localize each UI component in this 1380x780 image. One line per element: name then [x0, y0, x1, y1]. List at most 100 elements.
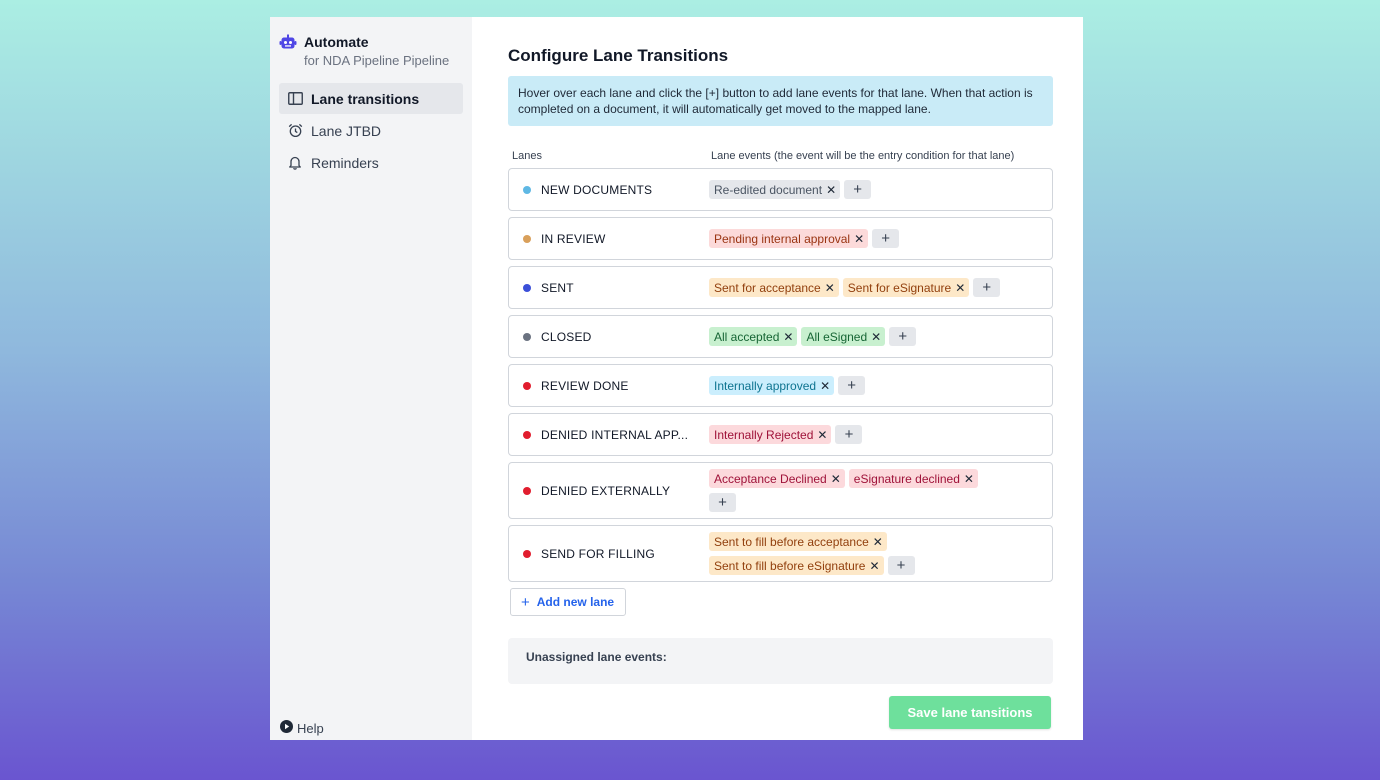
- info-banner: Hover over each lane and click the [+] b…: [508, 76, 1053, 126]
- lane-color-dot: [523, 486, 531, 495]
- app-window: Automate for NDA Pipeline Pipeline Lane …: [270, 17, 1083, 740]
- save-lane-transitions-button[interactable]: Save lane tansitions: [889, 696, 1051, 729]
- lane-color-dot: [523, 430, 531, 439]
- remove-icon[interactable]: ✕: [955, 281, 965, 295]
- sidebar-item-label: Lane transitions: [311, 90, 420, 107]
- brand-subtitle: for NDA Pipeline Pipeline: [304, 53, 450, 68]
- remove-icon[interactable]: ✕: [869, 559, 879, 573]
- lane-name: NEW DOCUMENTS: [541, 182, 653, 197]
- remove-icon[interactable]: ✕: [820, 379, 830, 393]
- event-tag: Sent for acceptance ✕: [709, 278, 839, 297]
- event-tag: Sent to fill before eSignature ✕: [709, 556, 884, 575]
- add-event-button[interactable]: +: [709, 493, 736, 512]
- help-link[interactable]: Help: [280, 720, 324, 736]
- sidebar-item-lane-transitions[interactable]: Lane transitions: [279, 83, 463, 114]
- lane-color-dot: [523, 332, 531, 341]
- add-event-button[interactable]: +: [838, 376, 866, 395]
- remove-icon[interactable]: ✕: [854, 232, 864, 246]
- lane-color-dot: [523, 381, 531, 390]
- lane-name: CLOSED: [541, 329, 592, 344]
- event-label: Pending internal approval: [714, 231, 851, 246]
- event-tag: All accepted ✕: [709, 327, 798, 346]
- alarm-clock-icon: [287, 123, 303, 139]
- lane-color-dot: [523, 283, 531, 292]
- page-title: Configure Lane Transitions: [508, 46, 729, 65]
- lane-name: IN REVIEW: [541, 231, 606, 246]
- robot-icon: [279, 33, 304, 57]
- help-label: Help: [297, 720, 324, 736]
- event-label: Sent to fill before acceptance: [714, 534, 869, 549]
- event-tag: All eSigned ✕: [801, 327, 886, 346]
- column-headers: Lanes Lane events (the event will be the…: [508, 150, 1054, 162]
- lane-list: NEW DOCUMENTS Re-edited document ✕ + IN R…: [508, 168, 1053, 582]
- remove-icon[interactable]: ✕: [817, 428, 827, 442]
- event-label: All eSigned: [806, 329, 868, 344]
- remove-icon[interactable]: ✕: [873, 535, 883, 549]
- column-header-lanes: Lanes: [512, 150, 542, 162]
- event-label: eSignature declined: [853, 471, 960, 486]
- add-event-button[interactable]: +: [889, 327, 917, 346]
- remove-icon[interactable]: ✕: [871, 330, 881, 344]
- unassigned-label: Unassigned lane events:: [526, 650, 667, 664]
- add-event-button[interactable]: +: [835, 425, 863, 444]
- brand-title: Automate: [304, 34, 369, 50]
- lane-name: DENIED INTERNAL APP...: [541, 427, 689, 442]
- event-tag: Acceptance Declined ✕: [709, 469, 845, 488]
- lane-color-dot: [523, 234, 531, 243]
- lane-row[interactable]: REVIEW DONE Internally approved ✕ +: [508, 364, 1053, 407]
- event-label: Acceptance Declined: [714, 471, 827, 486]
- remove-icon[interactable]: ✕: [964, 472, 974, 486]
- lane-events: Sent to fill before acceptance ✕ Sent to …: [709, 526, 939, 581]
- plus-icon: +: [521, 593, 530, 611]
- column-header-events: Lane events (the event will be the entry…: [711, 150, 1015, 162]
- remove-icon[interactable]: ✕: [783, 330, 793, 344]
- lane-events: Re-edited document ✕ +: [709, 174, 1052, 205]
- unassigned-events-panel: Unassigned lane events:: [508, 638, 1053, 684]
- brand: Automate for NDA Pipeline Pipeline: [279, 33, 463, 71]
- lane-color-dot: [523, 549, 531, 558]
- add-event-button[interactable]: +: [887, 556, 915, 575]
- remove-icon[interactable]: ✕: [826, 183, 836, 197]
- event-tag: Pending internal approval ✕: [709, 229, 869, 248]
- lane-row[interactable]: SENT Sent for acceptance ✕ Sent for eSign…: [508, 266, 1053, 309]
- event-tag: Re-edited document ✕: [709, 180, 841, 199]
- sidebar-item-label: Lane JTBD: [311, 122, 382, 139]
- lane-events: Sent for acceptance ✕ Sent for eSignature…: [709, 272, 1052, 303]
- main-content: Configure Lane Transitions Hover over ea…: [472, 17, 1083, 740]
- event-label: Sent for eSignature: [847, 280, 952, 295]
- event-tag: Sent to fill before acceptance ✕: [709, 532, 887, 551]
- add-event-button[interactable]: +: [872, 229, 900, 248]
- lane-events: All accepted ✕ All eSigned ✕ +: [709, 321, 1052, 352]
- lane-name: SEND FOR FILLING: [541, 546, 655, 561]
- add-new-lane-button[interactable]: + Add new lane: [510, 588, 627, 616]
- bell-icon: [287, 155, 303, 171]
- add-lane-label: Add new lane: [536, 595, 615, 609]
- event-label: All accepted: [714, 329, 780, 344]
- lane-row[interactable]: SEND FOR FILLING Sent to fill before acc…: [508, 525, 1053, 582]
- lane-events: Acceptance Declined ✕ eSignature declined…: [709, 463, 1009, 518]
- event-label: Internally approved: [714, 378, 817, 393]
- sidebar-item-reminders[interactable]: Reminders: [279, 147, 463, 178]
- lane-name: DENIED EXTERNALLY: [541, 483, 671, 498]
- lane-events: Internally approved ✕ +: [709, 370, 1052, 401]
- lane-row[interactable]: NEW DOCUMENTS Re-edited document ✕ +: [508, 168, 1053, 211]
- play-circle-icon: [280, 720, 297, 736]
- lane-color-dot: [523, 185, 531, 194]
- event-label: Sent for acceptance: [714, 280, 821, 295]
- lane-name: SENT: [541, 280, 574, 295]
- lane-events: Internally Rejected ✕ +: [709, 419, 1052, 450]
- add-event-button[interactable]: +: [844, 180, 872, 199]
- add-event-button[interactable]: +: [973, 278, 1001, 297]
- event-tag: Internally approved ✕: [709, 376, 835, 395]
- lane-row[interactable]: DENIED EXTERNALLY Acceptance Declined ✕ e…: [508, 462, 1053, 519]
- remove-icon[interactable]: ✕: [825, 281, 835, 295]
- lane-row[interactable]: DENIED INTERNAL APP... Internally Reject…: [508, 413, 1053, 456]
- lane-row[interactable]: IN REVIEW Pending internal approval ✕ +: [508, 217, 1053, 260]
- sidebar-item-lane-jtbd[interactable]: Lane JTBD: [279, 115, 463, 146]
- event-tag: eSignature declined ✕: [848, 469, 978, 488]
- event-tag: Internally Rejected ✕: [709, 425, 832, 444]
- sidebar-item-label: Reminders: [311, 154, 379, 171]
- lane-row[interactable]: CLOSED All accepted ✕ All eSigned ✕ +: [508, 315, 1053, 358]
- lane-name: REVIEW DONE: [541, 378, 629, 393]
- remove-icon[interactable]: ✕: [831, 472, 841, 486]
